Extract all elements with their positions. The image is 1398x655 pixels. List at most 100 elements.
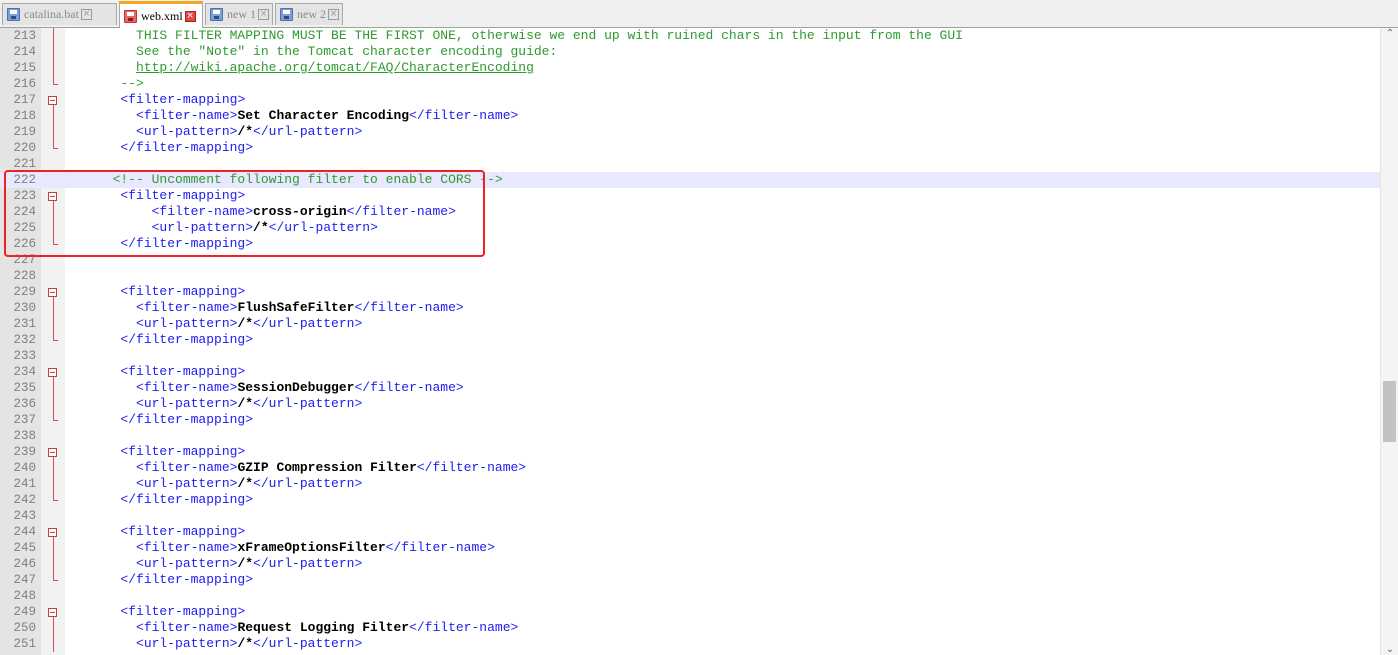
code-line[interactable]: 213 THIS FILTER MAPPING MUST BE THE FIRS… bbox=[0, 28, 1380, 44]
line-number: 230 bbox=[13, 301, 36, 315]
code-line[interactable]: 220 </filter-mapping> bbox=[0, 140, 1380, 156]
xml-tag: </url-pattern> bbox=[253, 124, 363, 139]
code-line[interactable]: 250 <filter-name>Request Logging Filter<… bbox=[0, 620, 1380, 636]
line-number: 228 bbox=[13, 269, 36, 283]
vertical-scrollbar[interactable]: ⌃ ⌄ bbox=[1380, 28, 1398, 655]
code-text: </filter-mapping> bbox=[58, 140, 253, 156]
scroll-up-arrow-icon[interactable]: ⌃ bbox=[1381, 28, 1398, 39]
tab-label: new 1 bbox=[227, 7, 256, 21]
tab-new-1[interactable]: new 1 × bbox=[205, 3, 273, 25]
code-editor[interactable]: 213 THIS FILTER MAPPING MUST BE THE FIRS… bbox=[0, 28, 1398, 655]
line-number: 238 bbox=[13, 429, 36, 443]
line-number: 218 bbox=[13, 109, 36, 123]
code-line[interactable]: 251 <url-pattern>/*</url-pattern> bbox=[0, 636, 1380, 652]
code-line[interactable]: 216 --> bbox=[0, 76, 1380, 92]
line-number: 240 bbox=[13, 461, 36, 475]
xml-tag: <filter-name> bbox=[58, 108, 238, 123]
code-line[interactable]: 218 <filter-name>Set Character Encoding<… bbox=[0, 108, 1380, 124]
code-line[interactable]: 217 <filter-mapping> bbox=[0, 92, 1380, 108]
code-text: <url-pattern>/*</url-pattern> bbox=[58, 396, 362, 412]
code-text: <filter-name>GZIP Compression Filter</fi… bbox=[58, 460, 526, 476]
xml-text: /* bbox=[237, 636, 254, 651]
xml-tag: </filter-name> bbox=[354, 300, 464, 315]
xml-tag: <filter-mapping> bbox=[58, 284, 246, 299]
code-text: <filter-name>Set Character Encoding</fil… bbox=[58, 108, 518, 124]
code-text: <url-pattern>/*</url-pattern> bbox=[58, 476, 362, 492]
code-line[interactable]: 240 <filter-name>GZIP Compression Filter… bbox=[0, 460, 1380, 476]
xml-tag: </filter-name> bbox=[385, 540, 495, 555]
xml-tag: </filter-mapping> bbox=[58, 412, 254, 427]
xml-tag: <filter-name> bbox=[58, 620, 238, 635]
xml-tag: <filter-mapping> bbox=[58, 604, 246, 619]
close-tab-icon[interactable]: × bbox=[80, 9, 92, 20]
code-line[interactable]: 215 http://wiki.apache.org/tomcat/FAQ/Ch… bbox=[0, 60, 1380, 76]
xml-tag: </url-pattern> bbox=[253, 396, 363, 411]
xml-comment: See the "Note" in the Tomcat character e… bbox=[58, 44, 558, 59]
line-number: 247 bbox=[13, 573, 36, 587]
code-line[interactable]: 243 bbox=[0, 508, 1380, 524]
code-line[interactable]: 235 <filter-name>SessionDebugger</filter… bbox=[0, 380, 1380, 396]
code-line[interactable]: 229 <filter-mapping> bbox=[0, 284, 1380, 300]
code-text: <url-pattern>/*</url-pattern> bbox=[58, 316, 362, 332]
scrollbar-thumb[interactable] bbox=[1383, 381, 1396, 442]
code-text: http://wiki.apache.org/tomcat/FAQ/Charac… bbox=[58, 60, 534, 76]
line-number: 241 bbox=[13, 477, 36, 491]
code-line[interactable]: 238 bbox=[0, 428, 1380, 444]
code-text: <filter-name>FlushSafeFilter</filter-nam… bbox=[58, 300, 464, 316]
code-line[interactable]: 242 </filter-mapping> bbox=[0, 492, 1380, 508]
xml-tag: </filter-mapping> bbox=[58, 492, 254, 507]
tab-new-2[interactable]: new 2 × bbox=[275, 3, 343, 25]
xml-tag: </filter-name> bbox=[416, 460, 527, 475]
code-text: THIS FILTER MAPPING MUST BE THE FIRST ON… bbox=[58, 28, 963, 44]
close-tab-icon[interactable]: × bbox=[184, 10, 196, 22]
xml-tag: <url-pattern> bbox=[58, 316, 238, 331]
code-line[interactable]: 219 <url-pattern>/*</url-pattern> bbox=[0, 124, 1380, 140]
xml-tag: <url-pattern> bbox=[58, 636, 238, 651]
code-line[interactable]: 249 <filter-mapping> bbox=[0, 604, 1380, 620]
save-disk-icon bbox=[7, 8, 20, 21]
line-number: 219 bbox=[13, 125, 36, 139]
xml-comment: THIS FILTER MAPPING MUST BE THE FIRST ON… bbox=[58, 28, 963, 43]
line-number: 229 bbox=[13, 285, 36, 299]
code-line[interactable]: 245 <filter-name>xFrameOptionsFilter</fi… bbox=[0, 540, 1380, 556]
xml-tag: </url-pattern> bbox=[253, 556, 363, 571]
xml-comment bbox=[58, 60, 136, 75]
line-number: 232 bbox=[13, 333, 36, 347]
code-line[interactable]: 232 </filter-mapping> bbox=[0, 332, 1380, 348]
line-number: 245 bbox=[13, 541, 36, 555]
xml-tag: <filter-mapping> bbox=[58, 364, 246, 379]
code-line[interactable]: 230 <filter-name>FlushSafeFilter</filter… bbox=[0, 300, 1380, 316]
code-line[interactable]: 214 See the "Note" in the Tomcat charact… bbox=[0, 44, 1380, 60]
code-line[interactable]: 231 <url-pattern>/*</url-pattern> bbox=[0, 316, 1380, 332]
code-text: --> bbox=[58, 76, 143, 92]
code-line[interactable]: 248 bbox=[0, 588, 1380, 604]
code-line[interactable]: 241 <url-pattern>/*</url-pattern> bbox=[0, 476, 1380, 492]
code-line[interactable]: 244 <filter-mapping> bbox=[0, 524, 1380, 540]
line-number: 235 bbox=[13, 381, 36, 395]
code-line[interactable]: 236 <url-pattern>/*</url-pattern> bbox=[0, 396, 1380, 412]
code-line[interactable]: 237 </filter-mapping> bbox=[0, 412, 1380, 428]
code-line[interactable]: 228 bbox=[0, 268, 1380, 284]
code-line[interactable]: 233 bbox=[0, 348, 1380, 364]
tab-catalina-bat[interactable]: catalina.bat × bbox=[2, 3, 117, 25]
tab-label: new 2 bbox=[297, 7, 326, 21]
code-text: <filter-mapping> bbox=[58, 604, 245, 620]
code-text: <filter-name>SessionDebugger</filter-nam… bbox=[58, 380, 464, 396]
line-number: 242 bbox=[13, 493, 36, 507]
close-tab-icon[interactable]: × bbox=[258, 9, 269, 20]
tab-web-xml[interactable]: web.xml × bbox=[119, 1, 203, 28]
line-number: 215 bbox=[13, 61, 36, 75]
xml-tag: <url-pattern> bbox=[58, 124, 238, 139]
code-text: </filter-mapping> bbox=[58, 332, 253, 348]
xml-tag: </filter-mapping> bbox=[58, 332, 254, 347]
line-number: 246 bbox=[13, 557, 36, 571]
line-number: 248 bbox=[13, 589, 36, 603]
code-line[interactable]: 234 <filter-mapping> bbox=[0, 364, 1380, 380]
code-line[interactable]: 247 </filter-mapping> bbox=[0, 572, 1380, 588]
code-line[interactable]: 246 <url-pattern>/*</url-pattern> bbox=[0, 556, 1380, 572]
scroll-down-arrow-icon[interactable]: ⌄ bbox=[1381, 644, 1398, 655]
code-line[interactable]: 239 <filter-mapping> bbox=[0, 444, 1380, 460]
close-tab-icon[interactable]: × bbox=[328, 9, 339, 20]
xml-text: /* bbox=[237, 396, 254, 411]
xml-tag: <url-pattern> bbox=[58, 556, 238, 571]
